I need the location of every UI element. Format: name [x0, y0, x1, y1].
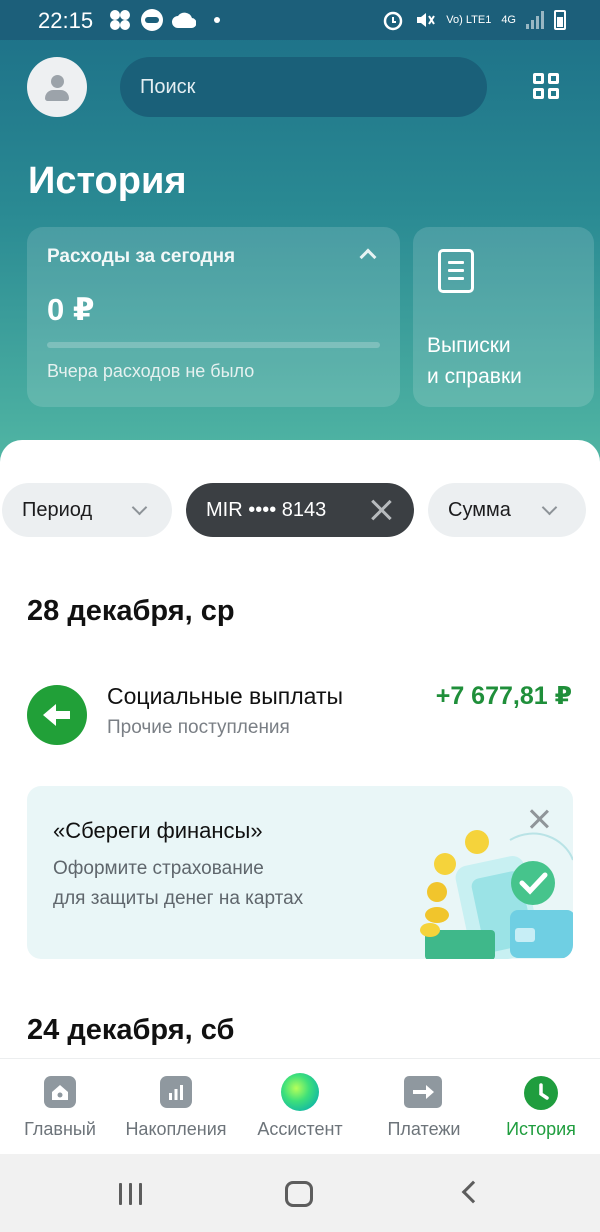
alarm-icon [384, 11, 403, 31]
statements-line1: Выписки [427, 334, 511, 357]
promo-title: «Сбереги финансы» [53, 818, 263, 843]
filter-card-chip[interactable]: MIR •••• 8143 [186, 483, 414, 537]
notification-icons [108, 9, 220, 31]
transaction-name: Социальные выплаты [107, 683, 344, 709]
profile-avatar[interactable] [27, 57, 87, 117]
filter-period-label: Период [22, 499, 93, 521]
network-label: Vo) LTE1 [446, 14, 492, 26]
expenses-progress-bar [47, 342, 380, 348]
statements-card-label: Выписки и справки [427, 330, 522, 392]
status-time: 22:15 [38, 8, 94, 33]
system-navigation-bar [0, 1154, 600, 1232]
chevron-down-icon [131, 499, 148, 516]
tab-label: Накопления [125, 1119, 227, 1139]
robot-icon [141, 9, 163, 31]
expenses-amount: 0 ₽ [47, 292, 95, 327]
filter-sum-chip[interactable]: Сумма [428, 483, 586, 537]
promo-line1: Оформите страхование [53, 858, 264, 879]
mute-icon [417, 13, 436, 27]
promo-line2: для защиты денег на картах [53, 888, 304, 909]
tab-label: История [506, 1119, 576, 1139]
notification-app-icon [110, 10, 130, 30]
tab-home[interactable]: Главный [0, 1059, 120, 1155]
battery-icon [554, 10, 566, 30]
user-icon-body [45, 90, 69, 101]
tab-history[interactable]: История [481, 1059, 600, 1155]
filter-sum-label: Сумма [448, 499, 511, 521]
transaction-category: Прочие поступления [107, 717, 290, 738]
tab-label: Ассистент [257, 1119, 343, 1139]
expenses-card-title: Расходы за сегодня [47, 246, 236, 267]
promo-banner[interactable]: «Сбереги финансы» Оформите страхование д… [27, 786, 573, 959]
more-notifications-dot [214, 17, 220, 23]
chart-icon [160, 1076, 192, 1108]
assistant-orb-icon [281, 1073, 319, 1111]
date-header: 24 декабря, сб [27, 1014, 235, 1046]
expenses-card-subtitle: Вчера расходов не было [47, 361, 255, 381]
tab-label: Платежи [387, 1119, 461, 1139]
status-bar: 22:15 Vo) LTE1 4G [0, 0, 600, 40]
clock-icon [524, 1076, 558, 1110]
tab-assistant[interactable]: Ассистент [240, 1059, 360, 1155]
user-icon [51, 75, 64, 88]
home-button-icon[interactable] [285, 1181, 313, 1207]
search-input[interactable]: Поиск [120, 57, 487, 117]
page-title: История [28, 160, 187, 202]
income-arrow-icon [27, 685, 87, 745]
tab-label: Главный [24, 1119, 96, 1139]
recents-icon[interactable] [119, 1183, 142, 1205]
chevron-down-icon [541, 499, 558, 516]
grid-menu-icon[interactable] [533, 73, 561, 101]
network-type: 4G [501, 14, 516, 26]
transaction-amount: +7 677,81 ₽ [435, 682, 572, 710]
filter-period-chip[interactable]: Период [2, 483, 172, 537]
insurance-illustration [420, 830, 573, 959]
tab-payments[interactable]: Платежи [364, 1059, 484, 1155]
signal-icon [526, 11, 544, 29]
date-header: 28 декабря, ср [27, 595, 235, 627]
arrow-right-icon [404, 1076, 442, 1108]
cloud-icon [172, 12, 196, 29]
tab-savings[interactable]: Накопления [116, 1059, 236, 1155]
bottom-tab-bar: Главный Накопления Ассистент Платежи Ист… [0, 1058, 600, 1154]
back-icon[interactable] [461, 1180, 485, 1204]
promo-text: Оформите страхование для защиты денег на… [53, 854, 413, 914]
home-icon [44, 1076, 76, 1108]
close-icon[interactable] [369, 498, 393, 522]
expenses-today-card[interactable]: Расходы за сегодня 0 ₽ Вчера расходов не… [27, 227, 400, 407]
filter-card-label: MIR •••• 8143 [206, 499, 327, 521]
document-icon [438, 249, 474, 293]
statements-line2: и справки [427, 365, 522, 388]
statements-card[interactable]: Выписки и справки [413, 227, 594, 407]
chevron-up-icon[interactable] [359, 248, 377, 266]
system-indicators: Vo) LTE1 4G [382, 9, 566, 31]
